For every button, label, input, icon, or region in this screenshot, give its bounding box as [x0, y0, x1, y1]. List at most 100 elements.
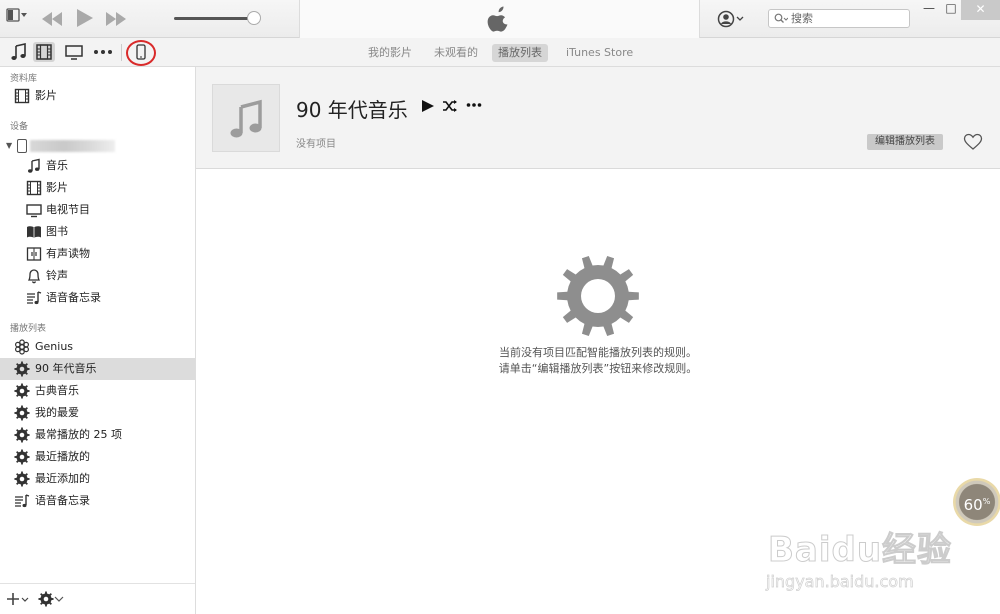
sidebar-item-my-favorites[interactable]: 我的最爱 [0, 402, 195, 424]
movies-media-button[interactable] [33, 42, 55, 62]
book-icon [27, 226, 41, 238]
baidu-watermark: Baidu经验 jingyan.baidu.com [760, 522, 1000, 614]
sidebar-item-voice-memos-playlist[interactable]: 语音备忘录 [0, 490, 195, 512]
sidebar-item-device-books[interactable]: 图书 [0, 221, 195, 243]
plus-icon [7, 593, 29, 605]
more-icon [94, 50, 112, 54]
library-section-header: 资料库 [10, 74, 38, 84]
sidebar-item-recently-added[interactable]: 最近添加的 [0, 468, 195, 490]
sidebar-item-device-audiobooks[interactable]: 有声读物 [0, 243, 195, 265]
sidebar-item-device-ringtones[interactable]: 铃声 [0, 265, 195, 287]
device-row[interactable]: ▼ [0, 137, 195, 155]
tab-itunes-store[interactable]: iTunes Store [560, 44, 639, 62]
gear-icon [14, 383, 30, 399]
sidebar-item-classical-music[interactable]: 古典音乐 [0, 380, 195, 402]
empty-state-gear-icon [557, 256, 639, 336]
voice-memo-icon [27, 291, 42, 305]
disclosure-triangle-icon[interactable]: ▼ [6, 141, 12, 150]
menu-button[interactable] [6, 7, 28, 25]
edit-playlist-button[interactable]: 编辑播放列表 [867, 134, 943, 150]
film-icon [36, 44, 52, 60]
account-icon [717, 10, 744, 28]
sidebar-item-label: 最常播放的 25 项 [35, 428, 122, 441]
sidebar-item-device-voice-memos[interactable]: 语音备忘录 [0, 287, 195, 309]
gear-icon [14, 405, 30, 421]
sidebar-item-label: 音乐 [46, 159, 68, 172]
next-track-icon [106, 12, 126, 26]
tv-media-button[interactable] [63, 42, 85, 62]
next-track-button[interactable] [104, 9, 128, 29]
progress-unit: % [982, 497, 991, 506]
bell-icon [27, 269, 41, 284]
toolbar-divider [121, 44, 122, 61]
sidebar-item-recently-played[interactable]: 最近播放的 [0, 446, 195, 468]
heart-icon[interactable] [963, 133, 983, 151]
playlist-title: 90 年代音乐 [296, 98, 408, 122]
progress-value: 60 [963, 496, 983, 514]
progress-badge: 60% [953, 478, 1000, 526]
music-note-icon [28, 158, 40, 173]
sidebar-item-device-movies[interactable]: 影片 [0, 177, 195, 199]
previous-track-button[interactable] [40, 9, 64, 29]
volume-knob[interactable] [247, 11, 261, 25]
empty-state-message: 当前没有项目匹配智能播放列表的规则。 请单击“编辑播放列表”按钮来修改规则。 [396, 345, 800, 377]
add-playlist-button[interactable] [6, 591, 30, 607]
watermark-brand: Baidu经验 [767, 530, 953, 571]
player-toolbar: — □ ✕ [0, 0, 1000, 38]
tab-unwatched[interactable]: 未观看的 [428, 44, 484, 62]
sidebar-item-label: 语音备忘录 [46, 291, 101, 304]
account-button[interactable] [716, 9, 748, 29]
play-icon[interactable] [421, 98, 435, 114]
tab-my-movies[interactable]: 我的影片 [362, 44, 418, 62]
empty-state-line-2: 请单击“编辑播放列表”按钮来修改规则。 [498, 362, 698, 375]
close-button[interactable]: ✕ [961, 0, 1000, 20]
empty-state-line-1: 当前没有项目匹配智能播放列表的规则。 [499, 346, 697, 359]
sidebar-item-device-tv[interactable]: 电视节目 [0, 199, 195, 221]
search-box[interactable] [768, 9, 910, 28]
search-icon [774, 13, 788, 23]
sidebar-item-label: 影片 [46, 181, 68, 194]
gear-icon [14, 427, 30, 443]
gear-icon [14, 471, 30, 487]
watermark-url: jingyan.baidu.com [766, 572, 914, 592]
sidebar-item-label: 铃声 [46, 269, 68, 282]
film-icon [26, 180, 42, 196]
settings-menu-button[interactable] [36, 590, 64, 608]
sidebar-item-label: 90 年代音乐 [35, 362, 97, 375]
maximize-button[interactable]: □ [940, 0, 962, 20]
tv-icon [65, 45, 83, 60]
media-nav-bar: 我的影片 未观看的 播放列表 iTunes Store [0, 38, 1000, 67]
menu-icon [6, 8, 27, 22]
chevron-down-icon [54, 596, 64, 602]
music-media-button[interactable] [8, 42, 30, 62]
sidebar-item-label: 最近添加的 [35, 472, 90, 485]
sidebar-item-90s-music[interactable]: 90 年代音乐 [0, 358, 195, 380]
apple-logo [487, 6, 508, 32]
search-input[interactable] [791, 11, 905, 26]
film-icon [14, 88, 30, 104]
shuffle-icon[interactable] [442, 99, 458, 113]
sidebar: 资料库 影片 设备 ▼ 音乐 影片 电视节目 图书 有声读物 铃声 语音备忘录 … [0, 67, 196, 614]
sidebar-item-top-25-most-played[interactable]: 最常播放的 25 项 [0, 424, 195, 446]
more-media-button[interactable] [92, 42, 114, 62]
volume-slider[interactable] [174, 17, 254, 20]
sidebar-item-library-movies[interactable]: 影片 [0, 85, 195, 107]
more-icon[interactable] [466, 100, 482, 110]
sidebar-footer [0, 583, 195, 614]
sidebar-item-genius[interactable]: Genius [0, 336, 195, 358]
play-button[interactable] [74, 7, 94, 29]
sidebar-item-device-music[interactable]: 音乐 [0, 155, 195, 177]
previous-track-icon [42, 12, 62, 26]
highlight-circle [126, 40, 156, 66]
iphone-device-icon [17, 139, 27, 153]
tv-icon [26, 204, 42, 218]
sidebar-item-label: 我的最爱 [35, 406, 79, 419]
sidebar-item-label: 图书 [46, 225, 68, 238]
gear-icon [38, 591, 54, 607]
audiobook-icon [26, 247, 42, 261]
playlist-item-count: 没有项目 [296, 139, 336, 150]
tab-playlists[interactable]: 播放列表 [492, 44, 548, 62]
playlist-artwork [212, 84, 280, 152]
playlists-section-header: 播放列表 [10, 324, 47, 334]
minimize-button[interactable]: — [918, 0, 940, 20]
